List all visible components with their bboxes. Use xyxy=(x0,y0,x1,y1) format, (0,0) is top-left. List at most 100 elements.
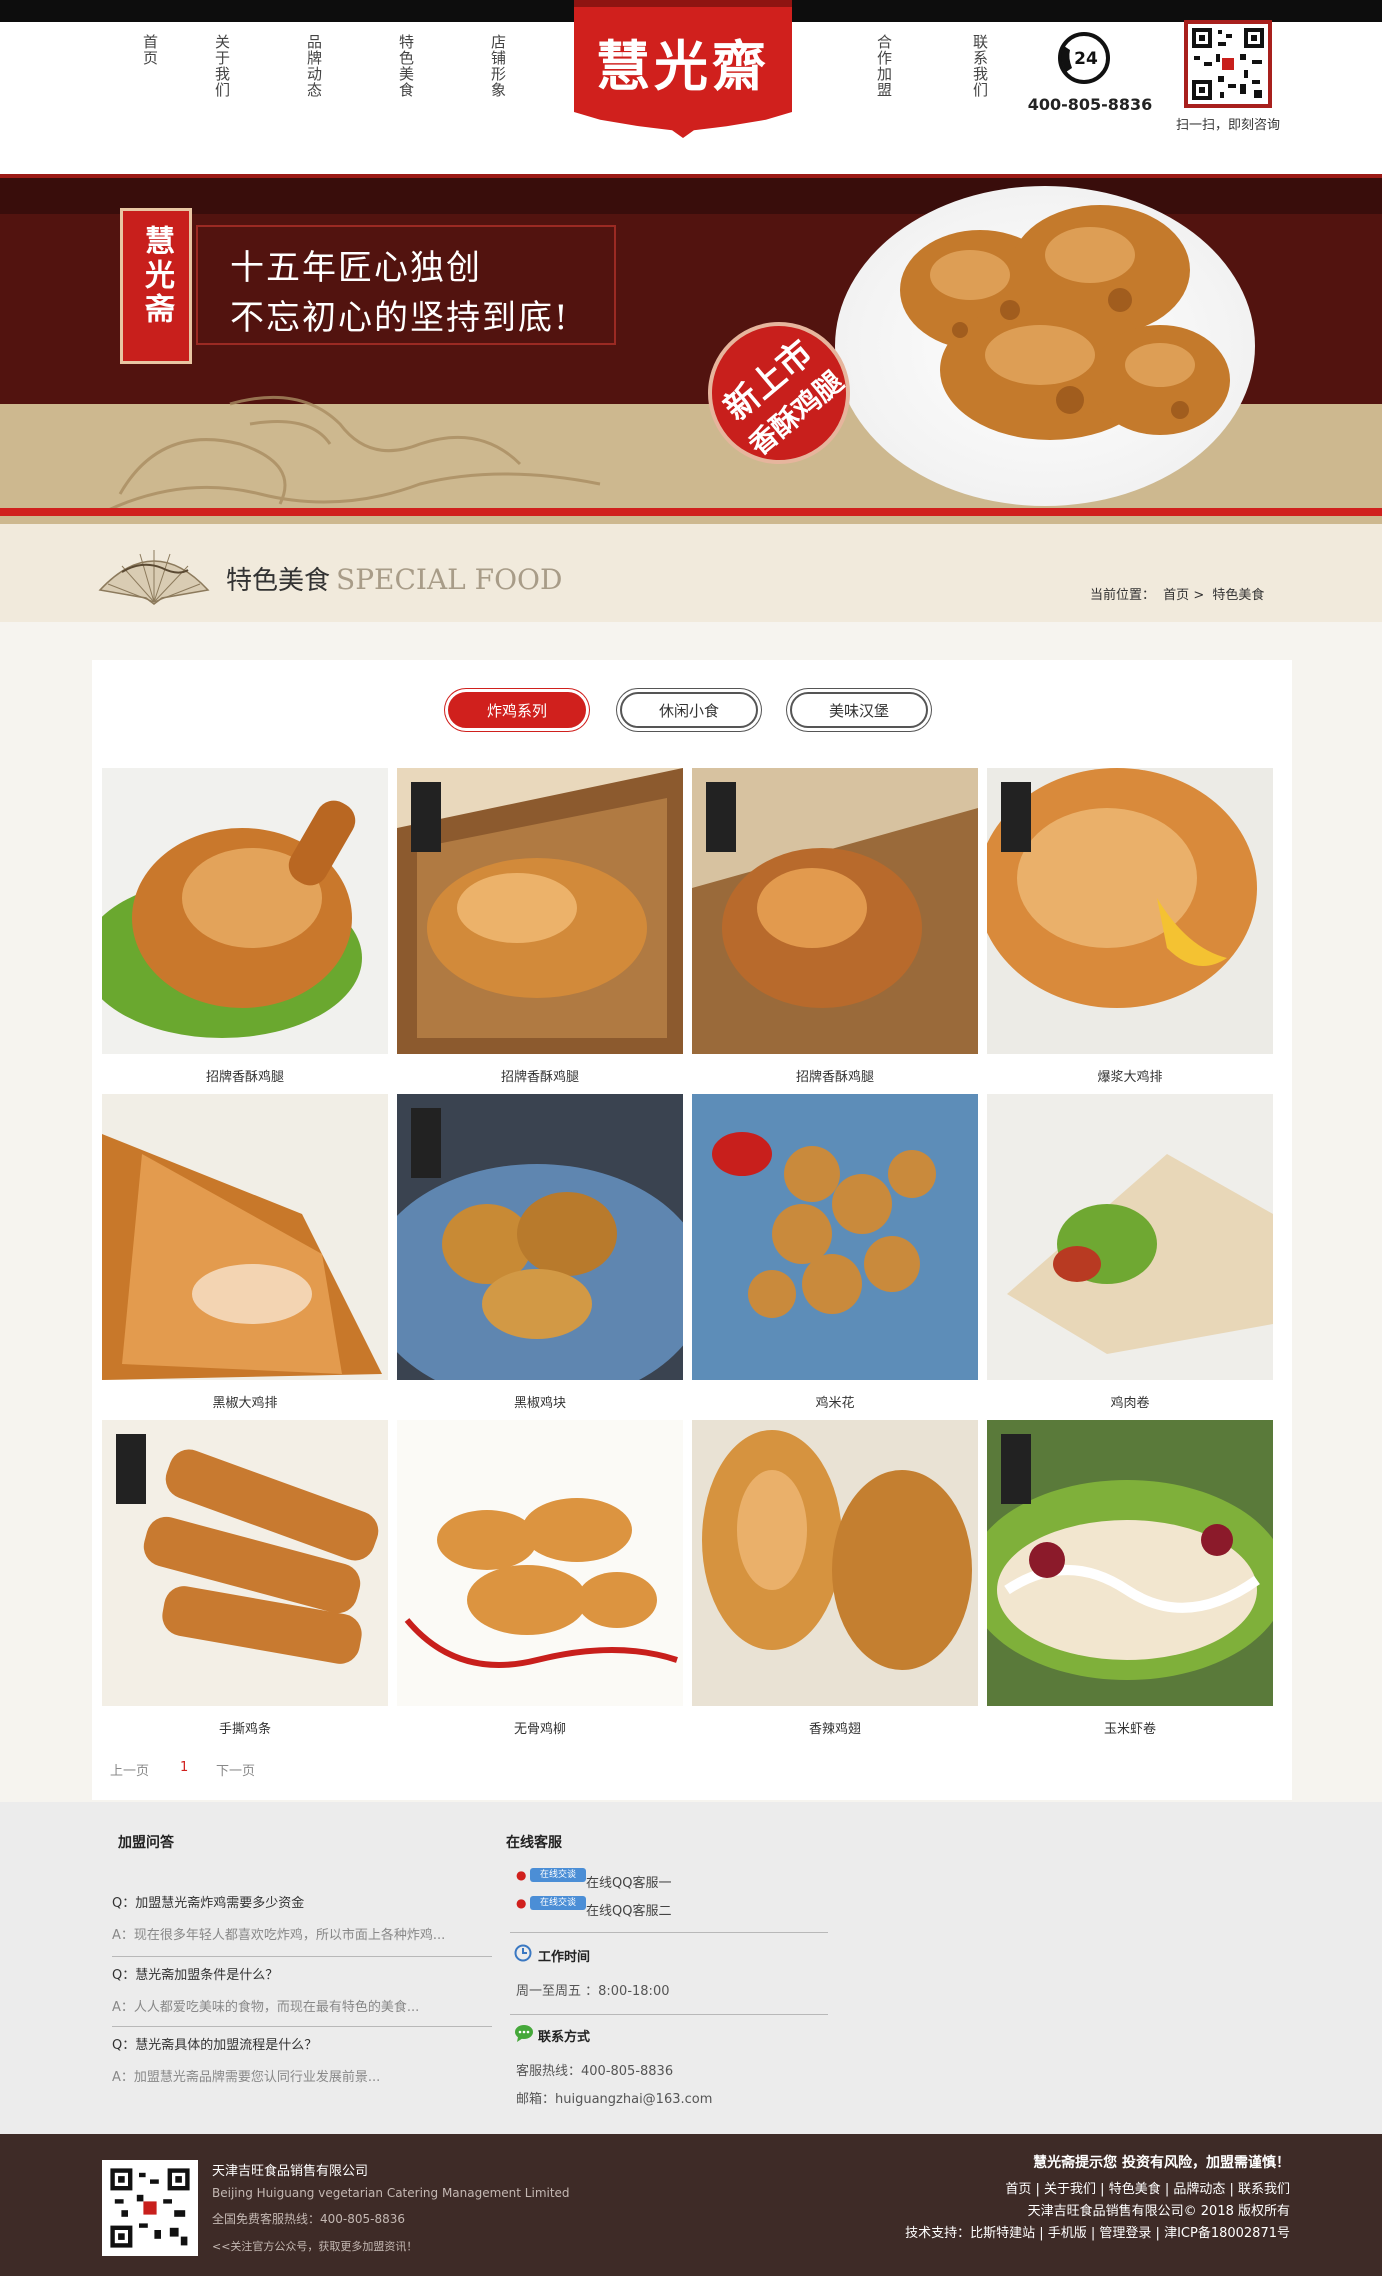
faq-answer-1: A：现在很多年轻人都喜欢吃炸鸡，所以市面上各种炸鸡... xyxy=(112,1928,446,1943)
product-name-1[interactable]: 招牌香酥鸡腿 xyxy=(102,1066,388,1085)
footer-copyright: 天津吉旺食品销售有限公司© 2018 版权所有 xyxy=(1027,2204,1290,2219)
banner-fried-chicken-photo xyxy=(870,180,1250,500)
breadcrumb-home[interactable]: 首页 xyxy=(1163,588,1189,603)
product-name-11[interactable]: 香辣鸡翅 xyxy=(692,1718,978,1737)
breadcrumb-separator: > xyxy=(1193,588,1205,603)
footer-support[interactable]: 技术支持：比斯特建站 | 手机版 | 管理登录 | 津ICP备18002871号 xyxy=(760,2222,1290,2241)
faq-answer-3: A：加盟慧光斋品牌需要您认同行业发展前景... xyxy=(112,2070,381,2085)
product-card-7[interactable] xyxy=(692,1094,978,1380)
faq-divider xyxy=(112,1956,492,1957)
banner-top-line xyxy=(0,174,1382,178)
breadcrumb-label: 当前位置： xyxy=(1090,588,1156,603)
chicken-nuggets-photo xyxy=(397,1094,683,1380)
nav-about[interactable]: 关于我们 xyxy=(208,34,231,98)
qq-penguin-icon: ● xyxy=(516,1868,527,1882)
product-card-1[interactable] xyxy=(102,768,388,1054)
product-name-2[interactable]: 招牌香酥鸡腿 xyxy=(397,1066,683,1085)
product-name-12[interactable]: 玉米虾卷 xyxy=(987,1718,1273,1737)
site-logo[interactable]: 慧光齋 xyxy=(574,22,792,101)
fried-chicken-leg-photo xyxy=(102,768,388,1054)
footer-company: 天津吉旺食品销售有限公司 xyxy=(212,2164,369,2179)
product-card-8[interactable] xyxy=(987,1094,1273,1380)
product-name-7[interactable]: 鸡米花 xyxy=(692,1392,978,1411)
qq-chat-button-1[interactable]: 在线交谈 xyxy=(530,1868,586,1882)
section-title: 特色美食 SPECIAL FOOD xyxy=(226,560,562,597)
qq-service-2[interactable]: 在线QQ客服二 xyxy=(586,1900,671,1919)
faq-answer-2: A：人人都爱吃美味的食物，而现在最有特色的美食... xyxy=(112,2000,420,2015)
page-right-gutter xyxy=(1382,0,1400,2276)
nav-home[interactable]: 首页 xyxy=(136,34,159,66)
pager-current[interactable]: 1 xyxy=(180,1760,188,1775)
faq-question-1[interactable]: Q：加盟慧光斋炸鸡需要多少资金 xyxy=(112,1892,304,1911)
qq-chat-button-2[interactable]: 在线交谈 xyxy=(530,1896,586,1910)
product-card-3[interactable] xyxy=(692,768,978,1054)
clock-icon xyxy=(514,1944,532,1962)
faq-divider xyxy=(112,2026,492,2027)
product-name-9[interactable]: 手撕鸡条 xyxy=(102,1718,388,1737)
footer-wechat-tip: <<关注官方公众号，获取更多加盟资讯！ xyxy=(212,2240,418,2253)
nav-contact[interactable]: 联系我们 xyxy=(966,34,989,98)
work-hours: 周一至周五 ：8:00-18:00 xyxy=(516,1984,670,1999)
chat-bubble-icon xyxy=(514,2024,534,2042)
product-card-5[interactable] xyxy=(102,1094,388,1380)
work-time-title: 工作时间 xyxy=(538,1950,591,1965)
banner-slogan-1: 十五年匠心独创 xyxy=(230,248,482,288)
banner-bottom-line xyxy=(0,508,1382,516)
nav-special-food[interactable]: 特色美食 xyxy=(392,34,415,98)
cheese-chicken-cutlet-photo xyxy=(987,768,1273,1054)
product-card-9[interactable] xyxy=(102,1420,388,1706)
service-title: 在线客服 xyxy=(506,1835,562,1851)
breadcrumb-current[interactable]: 特色美食 xyxy=(1212,588,1264,603)
folding-fan-icon xyxy=(92,538,216,608)
tab-snacks[interactable]: 休闲小食 xyxy=(620,692,758,728)
product-card-12[interactable] xyxy=(987,1420,1273,1706)
pager-prev[interactable]: 上一页 xyxy=(110,1760,149,1779)
pager-next[interactable]: 下一页 xyxy=(216,1760,255,1779)
fried-chicken-box-photo xyxy=(397,768,683,1054)
product-name-5[interactable]: 黑椒大鸡排 xyxy=(102,1392,388,1411)
footer-qr-code xyxy=(102,2160,198,2256)
product-card-11[interactable] xyxy=(692,1420,978,1706)
chicken-wrap-photo xyxy=(987,1094,1273,1380)
section-title-cn: 特色美食 xyxy=(226,566,331,596)
product-card-4[interactable] xyxy=(987,768,1273,1054)
qq-penguin-icon: ● xyxy=(516,1896,527,1910)
banner-seal: 慧光斋 xyxy=(120,208,192,364)
faq-question-2[interactable]: Q：慧光斋加盟条件是什么？ xyxy=(112,1964,278,1983)
nav-brand-news[interactable]: 品牌动态 xyxy=(300,34,323,98)
contact-email[interactable]: 邮箱：huiguangzhai@163.com xyxy=(516,2088,712,2107)
product-name-4[interactable]: 爆浆大鸡排 xyxy=(987,1066,1273,1085)
banner-slogan-2: 不忘初心的坚持到底! xyxy=(230,298,570,338)
banner-seal-text: 慧光斋 xyxy=(139,225,174,327)
product-name-8[interactable]: 鸡肉卷 xyxy=(987,1392,1273,1411)
tab-burgers[interactable]: 美味汉堡 xyxy=(790,692,928,728)
product-name-6[interactable]: 黑椒鸡块 xyxy=(397,1392,683,1411)
shrimp-roll-photo xyxy=(987,1420,1273,1706)
service-divider xyxy=(510,1932,828,1933)
chicken-cutlet-photo xyxy=(102,1094,388,1380)
boneless-chicken-photo xyxy=(397,1420,683,1706)
product-name-10[interactable]: 无骨鸡柳 xyxy=(397,1718,683,1737)
product-name-3[interactable]: 招牌香酥鸡腿 xyxy=(692,1066,978,1085)
product-card-10[interactable] xyxy=(397,1420,683,1706)
popcorn-chicken-photo xyxy=(692,1094,978,1380)
header-qr-code xyxy=(1184,20,1272,108)
faq-question-3[interactable]: Q：慧光斋具体的加盟流程是什么？ xyxy=(112,2034,317,2053)
faq-title: 加盟问答 xyxy=(118,1835,174,1851)
nav-franchise[interactable]: 合作加盟 xyxy=(870,34,893,98)
contact-title: 联系方式 xyxy=(538,2030,591,2045)
fried-chicken-box-photo xyxy=(692,768,978,1054)
footer-company-en: Beijing Huiguang vegetarian Catering Man… xyxy=(212,2186,570,2200)
nav-store-image[interactable]: 店铺形象 xyxy=(484,34,507,98)
footer-links[interactable]: 首页 | 关于我们 | 特色美食 | 品牌动态 | 联系我们 xyxy=(760,2178,1290,2197)
breadcrumb: 当前位置： 首页 > 特色美食 xyxy=(1090,584,1264,603)
footer-warning: 慧光斋提示您 投资有风险，加盟需谨慎！ xyxy=(1033,2155,1290,2171)
spicy-wings-photo xyxy=(692,1420,978,1706)
chicken-strips-photo xyxy=(102,1420,388,1706)
qq-service-1[interactable]: 在线QQ客服一 xyxy=(586,1872,671,1891)
footer-hotline: 全国免费客服热线：400-805-8836 xyxy=(212,2212,406,2226)
tab-fried-chicken[interactable]: 炸鸡系列 xyxy=(448,692,586,728)
product-card-2[interactable] xyxy=(397,768,683,1054)
product-card-6[interactable] xyxy=(397,1094,683,1380)
qr-caption: 扫一扫，即刻咨询 xyxy=(1175,118,1280,133)
